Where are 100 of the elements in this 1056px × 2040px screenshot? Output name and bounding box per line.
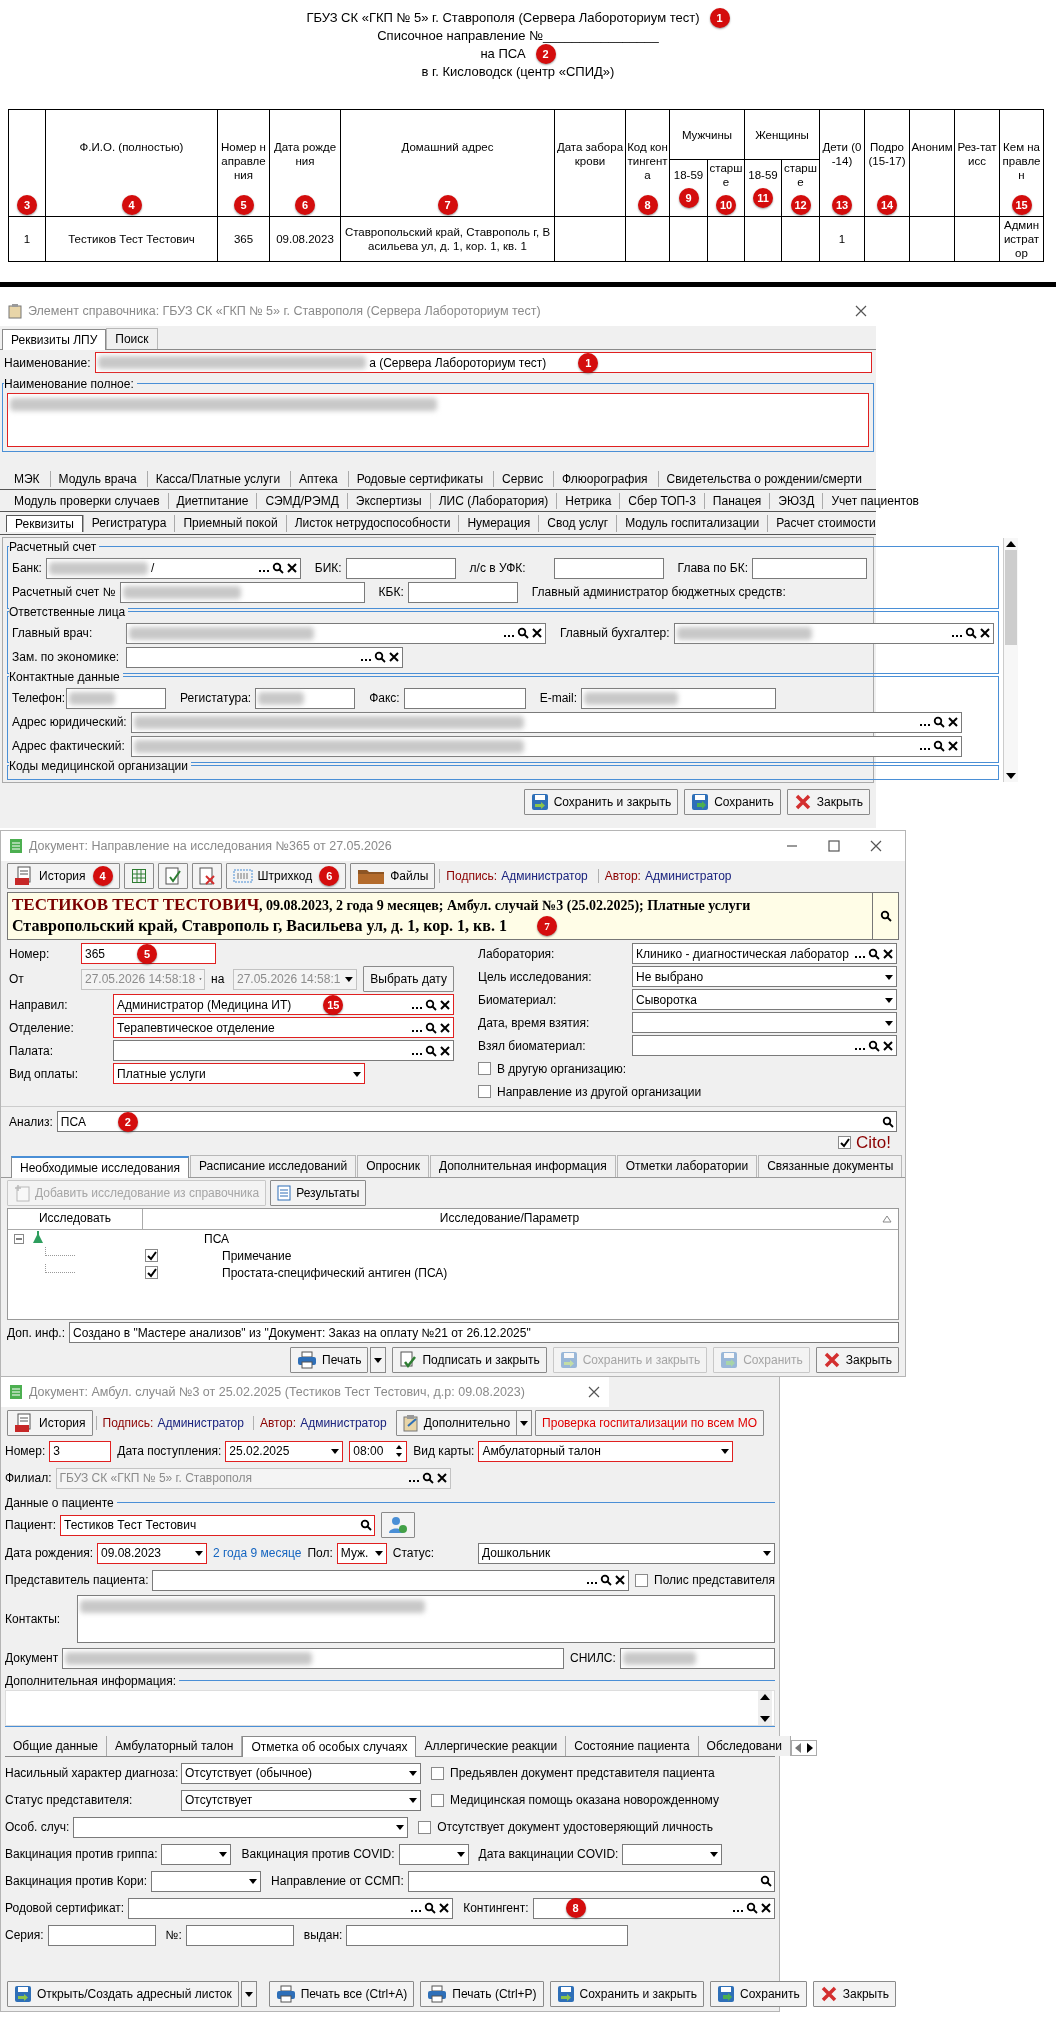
- lookup-field[interactable]: [673, 622, 994, 644]
- lookup-field[interactable]: Клинико - диагностическая лаборатор: [632, 943, 897, 964]
- text-area[interactable]: [7, 393, 869, 447]
- dropdown[interactable]: Отсутствует: [181, 1789, 421, 1811]
- tab[interactable]: Связанные документы: [758, 1155, 903, 1177]
- search-icon[interactable]: [868, 947, 880, 960]
- caret-icon[interactable]: [720, 1447, 731, 1455]
- search-icon[interactable]: [517, 627, 529, 639]
- search-icon[interactable]: [600, 1574, 613, 1586]
- sort-icon[interactable]: [882, 1215, 892, 1223]
- tab[interactable]: Листок нетрудоспособности: [285, 515, 459, 532]
- tab[interactable]: Необходимые исследования: [11, 1156, 189, 1178]
- text-field[interactable]: Создано в "Мастере анализов" из "Документ: Заказ на оплату №21 от 26.12.2025": [69, 1322, 899, 1343]
- more-actions-button[interactable]: Дополнительно: [395, 1410, 518, 1436]
- close-icon[interactable]: [869, 839, 883, 853]
- dropdown[interactable]: Сыворотка: [632, 989, 897, 1010]
- maximize-icon[interactable]: [827, 839, 841, 853]
- dropdown[interactable]: Отсутствует (обычное): [181, 1762, 421, 1784]
- text-field[interactable]: [752, 557, 868, 579]
- tab[interactable]: Диетпитание: [167, 493, 257, 509]
- checkbox[interactable]: [635, 1573, 649, 1587]
- search-icon[interactable]: [425, 998, 437, 1011]
- check-link-button[interactable]: Проверка госпитализации по всем МО: [535, 1410, 764, 1436]
- tab[interactable]: Модуль врача: [49, 471, 145, 487]
- tab[interactable]: Модуль проверки случаев: [6, 493, 168, 509]
- search-icon[interactable]: [425, 1021, 437, 1034]
- text-area[interactable]: [77, 1595, 775, 1643]
- dropdown[interactable]: [73, 1816, 409, 1838]
- caret-icon[interactable]: [218, 1850, 229, 1858]
- sign-close-button[interactable]: Подписать и закрыть: [392, 1347, 547, 1373]
- caret-icon[interactable]: [373, 1549, 384, 1557]
- lookup-field[interactable]: 8: [532, 1897, 775, 1919]
- tab[interactable]: Дополнительная информация: [429, 1155, 616, 1177]
- text-field[interactable]: [185, 1924, 294, 1946]
- tree-item[interactable]: Примечание: [222, 1248, 292, 1263]
- lookup-field[interactable]: Терапевтическое отделение: [113, 1017, 454, 1038]
- spinner-icon[interactable]: [394, 1443, 405, 1459]
- search-field[interactable]: ПСА 2: [56, 1111, 897, 1132]
- lookup-field[interactable]: [131, 735, 962, 757]
- tab[interactable]: ЭЮЗД: [769, 493, 823, 509]
- dropdown[interactable]: Муж.: [336, 1542, 387, 1564]
- search-field[interactable]: Тестиков Тест Тестович: [60, 1514, 375, 1536]
- tree-item[interactable]: Простата-специфический антиген (ПСА): [222, 1265, 448, 1280]
- age-link[interactable]: 2 года 9 месяце: [213, 1546, 302, 1560]
- search-icon[interactable]: [425, 1044, 437, 1057]
- text-field[interactable]: [619, 1647, 775, 1669]
- search-icon[interactable]: [868, 1039, 880, 1052]
- tab[interactable]: Регистратура: [82, 515, 175, 532]
- tab[interactable]: Учет пациентов: [822, 493, 927, 509]
- tab[interactable]: Реквизиты: [6, 515, 83, 532]
- table-button[interactable]: [123, 863, 154, 889]
- checkbox[interactable]: [145, 1249, 158, 1262]
- close-button[interactable]: Закрыть: [815, 1347, 899, 1373]
- tab[interactable]: Модуль госпитализации: [616, 515, 768, 532]
- text-field[interactable]: [553, 557, 664, 579]
- barcode-button[interactable]: Штрихкод 6: [225, 863, 347, 889]
- tab[interactable]: Касса/Платные услуги: [146, 471, 289, 487]
- tab[interactable]: Аптека: [290, 471, 346, 487]
- search-icon[interactable]: [932, 740, 945, 752]
- time-field[interactable]: 08:00: [349, 1440, 408, 1462]
- menu-button[interactable]: [240, 1981, 257, 2007]
- caret-icon[interactable]: [762, 1549, 772, 1557]
- checkbox[interactable]: [478, 1085, 491, 1098]
- caret-icon[interactable]: [519, 1419, 530, 1427]
- caret-icon[interactable]: [408, 1796, 418, 1804]
- dropdown[interactable]: [398, 1843, 469, 1865]
- search-icon[interactable]: [360, 1519, 372, 1531]
- tab[interactable]: Сервис: [493, 471, 552, 487]
- text-field[interactable]: [47, 1924, 156, 1946]
- lookup-field[interactable]: [632, 1035, 897, 1056]
- close-button[interactable]: Закрыть: [812, 1981, 896, 2007]
- dropdown[interactable]: [161, 1843, 232, 1865]
- tab[interactable]: Флюорография: [553, 471, 656, 487]
- lookup-field[interactable]: [126, 646, 403, 668]
- caret-icon[interactable]: [194, 1549, 204, 1557]
- tab[interactable]: МЭК: [6, 471, 48, 487]
- dropdown[interactable]: [622, 1843, 723, 1865]
- dropdown[interactable]: [151, 1870, 262, 1892]
- print-button[interactable]: Печать все (Ctrl+A): [268, 1981, 415, 2007]
- checkbox[interactable]: [431, 1766, 444, 1780]
- tab[interactable]: СЭМД/РЭМД: [256, 493, 347, 509]
- tab[interactable]: Отметка об особых случаях: [242, 1736, 417, 1757]
- clear-icon[interactable]: [285, 562, 298, 574]
- clear-icon[interactable]: [760, 1902, 772, 1914]
- clear-icon[interactable]: [882, 1039, 894, 1052]
- column-header[interactable]: Исследование/Параметр: [143, 1209, 876, 1229]
- address-sheet-button[interactable]: Открыть/Создать адресный листок: [7, 1981, 239, 2007]
- text-field[interactable]: [403, 687, 526, 709]
- checkbox[interactable]: [145, 1266, 158, 1279]
- tab[interactable]: Свидетельства о рождении/смерти: [657, 471, 870, 487]
- caret-icon[interactable]: [248, 1877, 259, 1885]
- search-icon[interactable]: [746, 1902, 758, 1914]
- tree-item[interactable]: ПСА: [204, 1231, 230, 1246]
- dropdown[interactable]: Платные услуги: [113, 1063, 365, 1084]
- clear-icon[interactable]: [946, 716, 959, 728]
- text-field[interactable]: 3: [49, 1440, 112, 1462]
- tab[interactable]: Расписание исследований: [189, 1155, 357, 1177]
- clear-icon[interactable]: [882, 947, 894, 960]
- tab[interactable]: Экспертизы: [346, 493, 430, 509]
- dropdown[interactable]: [632, 1012, 897, 1033]
